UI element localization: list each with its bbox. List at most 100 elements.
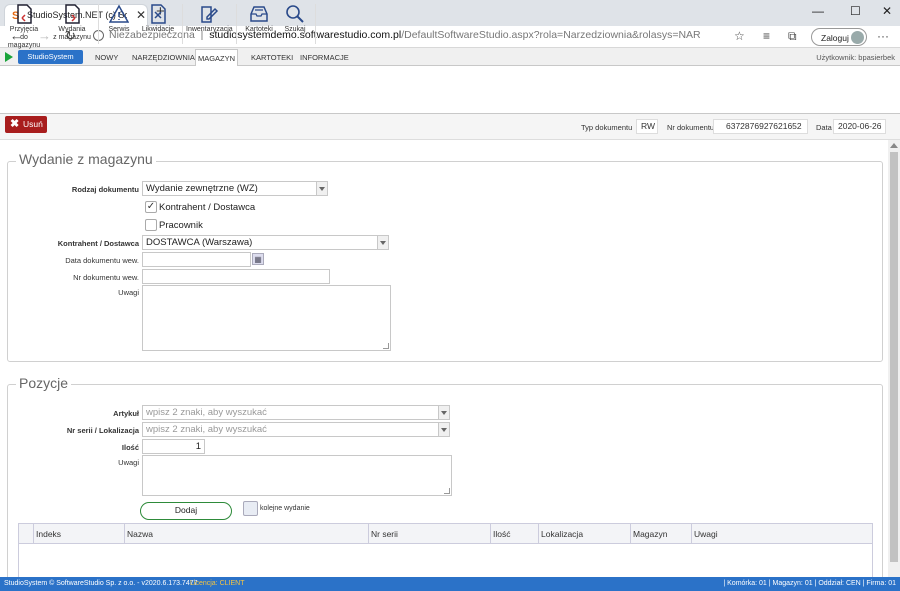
internal-number-label: Nr dokumentu wew.	[73, 273, 139, 282]
doc-number-label: Nr dokumentu	[667, 123, 715, 132]
chevron-down-icon[interactable]	[438, 406, 449, 419]
ribbon-serwis-button[interactable]: Serwis	[104, 4, 134, 34]
employee-checkbox[interactable]	[145, 219, 157, 231]
chevron-down-icon[interactable]	[438, 423, 449, 436]
serial-location-input[interactable]: wpisz 2 znaki, aby wyszukać	[142, 422, 450, 437]
ribbon-label: Inwentaryzacja	[186, 26, 233, 33]
calendar-icon[interactable]: ▦	[252, 253, 264, 265]
ribbon-szukaj-button[interactable]: Szukaj	[280, 4, 310, 34]
ribbon-label: Kartoteki	[245, 26, 273, 33]
status-bar: StudioSystem © SoftwareStudio Sp. z o.o.…	[0, 577, 900, 591]
ribbon-label: z magazynu	[53, 34, 91, 41]
status-context: | Komórka: 01 | Magazyn: 01 | Oddział: C…	[723, 580, 896, 587]
date-value: 2020-06-26	[833, 119, 886, 134]
ribbon-toolbar	[0, 66, 900, 114]
contractor-value: DOSTAWCA (Warszawa)	[146, 237, 253, 248]
edit-document-icon	[201, 6, 219, 23]
column-header-magazyn[interactable]: Magazyn	[633, 529, 668, 539]
article-label: Artykuł	[113, 409, 139, 418]
ribbon-przyjecia-button[interactable]: Przyjęcia do magazynu	[4, 4, 44, 50]
column-header-indeks[interactable]: Indeks	[36, 529, 61, 539]
tab-nowy[interactable]: NOWY	[95, 53, 118, 62]
position-notes-textarea[interactable]	[142, 455, 452, 496]
column-header-lokalizacja[interactable]: Lokalizacja	[541, 529, 583, 539]
doc-kind-label: Rodzaj dokumentu	[71, 185, 139, 194]
avatar-icon	[851, 31, 864, 44]
column-header-ilosc[interactable]: Ilość	[493, 529, 510, 539]
column-header-nazwa[interactable]: Nazwa	[127, 529, 153, 539]
internal-number-input[interactable]	[142, 269, 330, 284]
ribbon-inwentaryzacja-button[interactable]: Inwentaryzacja	[186, 4, 233, 34]
document-out-icon	[65, 4, 80, 24]
internal-date-label: Data dokumentu wew.	[65, 256, 139, 265]
article-search-input[interactable]: wpisz 2 znaki, aby wyszukać	[142, 405, 450, 420]
internal-date-input[interactable]	[142, 252, 251, 267]
ribbon-label: Serwis	[108, 26, 130, 33]
chevron-down-icon[interactable]	[377, 236, 388, 249]
table-header: Indeks Nazwa Nr serii Ilość Lokalizacja …	[19, 524, 872, 544]
tab-narzedziownia[interactable]: NARZĘDZIOWNIA	[132, 53, 195, 62]
serial-location-label: Nr serii / Lokalizacja	[66, 426, 139, 435]
play-icon[interactable]	[5, 52, 13, 62]
column-header-nr-serii[interactable]: Nr serii	[371, 529, 398, 539]
status-copyright: StudioSystem © SoftwareStudio Sp. z o.o.…	[4, 580, 198, 587]
ribbon-wydania-button[interactable]: Wydania z magazynu	[52, 4, 92, 42]
ribbon-divider	[98, 4, 99, 44]
contractor-select[interactable]: DOSTAWCA (Warszawa)	[142, 235, 389, 250]
close-icon: ✖	[10, 118, 20, 130]
more-menu-icon[interactable]: ···	[877, 29, 889, 43]
vertical-scrollbar[interactable]	[888, 140, 900, 577]
profile-login-button[interactable]: Zaloguj	[811, 28, 867, 46]
ribbon-likwidacje-button[interactable]: Likwidacje	[138, 4, 178, 34]
minimize-icon[interactable]: —	[812, 4, 824, 18]
ribbon-label: Wydania	[58, 26, 86, 33]
add-position-button[interactable]: Dodaj	[140, 502, 232, 520]
column-divider	[124, 524, 125, 544]
scroll-thumb[interactable]	[890, 152, 898, 562]
ribbon-label: Likwidacje	[141, 26, 175, 33]
scroll-up-icon[interactable]	[890, 143, 898, 148]
delete-label: Usuń	[23, 119, 43, 129]
column-divider	[368, 524, 369, 544]
quantity-input[interactable]: 1	[142, 439, 205, 454]
doc-number-value: 6372876927621652	[713, 119, 808, 134]
warning-icon	[109, 4, 129, 23]
notes-label: Uwagi	[118, 288, 139, 297]
window-close-icon[interactable]: ✕	[882, 4, 892, 18]
column-divider	[630, 524, 631, 544]
column-divider	[33, 524, 34, 544]
chevron-down-icon[interactable]	[316, 182, 327, 195]
document-in-icon	[17, 4, 32, 24]
delete-document-icon	[151, 4, 166, 24]
notes-textarea[interactable]	[142, 285, 391, 351]
column-divider	[691, 524, 692, 544]
ribbon-label: Szukaj	[284, 26, 306, 33]
favorite-star-icon[interactable]: ☆	[734, 29, 745, 43]
doc-kind-value: Wydanie zewnętrzne (WZ)	[146, 183, 258, 194]
doc-kind-select[interactable]: Wydanie zewnętrzne (WZ)	[142, 181, 328, 196]
studiosystem-menu-button[interactable]: StudioSystem	[18, 50, 83, 64]
doc-type-value: RW	[636, 119, 658, 134]
delete-button[interactable]: ✖ Usuń	[5, 116, 47, 133]
contractor-checkbox-label: Kontrahent / Dostawca	[159, 202, 256, 213]
column-header-uwagi[interactable]: Uwagi	[694, 529, 718, 539]
ribbon-divider	[315, 4, 316, 44]
tab-kartoteki[interactable]: KARTOTEKI	[251, 53, 293, 62]
contractor-checkbox[interactable]: ✓	[145, 201, 157, 213]
favorites-list-icon[interactable]: ≡	[763, 29, 770, 43]
login-label: Zaloguj	[821, 33, 849, 43]
tab-informacje[interactable]: INFORMACJE	[300, 53, 349, 62]
url-path: /DefaultSoftwareStudio.aspx?rola=Narzedz…	[401, 29, 701, 41]
search-icon	[286, 5, 304, 23]
employee-checkbox-label: Pracownik	[159, 220, 203, 231]
article-placeholder: wpisz 2 znaki, aby wyszukać	[146, 407, 267, 418]
maximize-icon[interactable]: ☐	[850, 4, 861, 18]
ribbon-kartoteki-button[interactable]: Kartoteki	[242, 4, 276, 34]
ribbon-divider	[236, 4, 237, 44]
collections-icon[interactable]: ⧉	[788, 29, 797, 44]
next-issue-checkbox[interactable]	[243, 501, 258, 516]
inbox-icon	[250, 6, 268, 22]
user-info: Użytkownik: bpasierbek	[816, 53, 895, 62]
status-license: Licencja: CLIENT	[190, 580, 245, 587]
tab-magazyn[interactable]: MAGAZYN	[195, 49, 238, 67]
